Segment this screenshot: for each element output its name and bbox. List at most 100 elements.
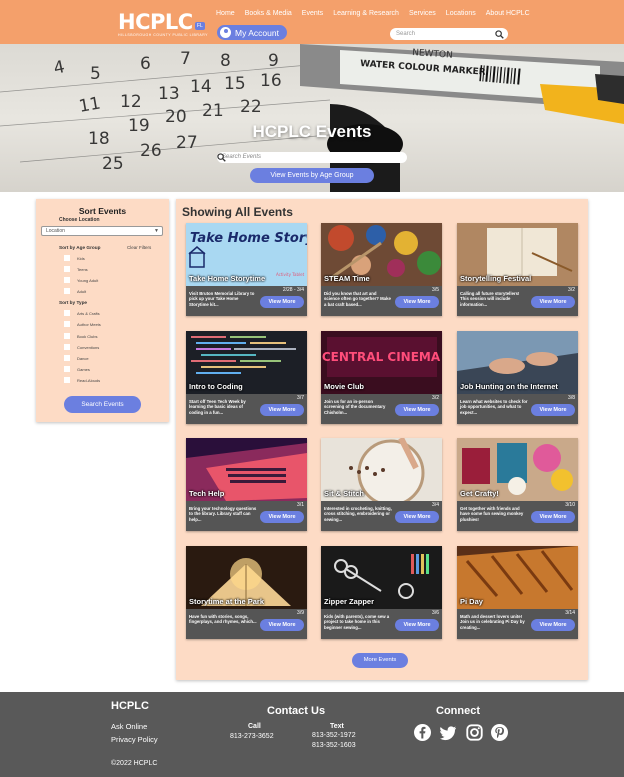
svg-text:15: 15: [224, 74, 246, 94]
pinterest-icon[interactable]: [491, 724, 508, 741]
checkbox-teens[interactable]: [64, 266, 70, 272]
checkbox-label-arts-crafts: Arts & Crafts: [77, 311, 100, 316]
event-card[interactable]: Tech Help 3/1 Bring your technology ques…: [186, 438, 307, 531]
event-card[interactable]: Storytelling Festival 3/2 Calling all fu…: [457, 223, 578, 316]
event-card[interactable]: Take Home Storytime Activity Tablet Take…: [186, 223, 307, 316]
event-date: 3/5: [432, 287, 439, 293]
footer-brand: HCPLC: [111, 700, 149, 712]
nav-link-services[interactable]: Services: [409, 10, 436, 17]
ask-online-link[interactable]: Ask Online: [111, 722, 147, 731]
text-number-2[interactable]: 813-352-1603: [312, 742, 356, 749]
svg-text:11: 11: [77, 93, 102, 116]
nav-link-home[interactable]: Home: [216, 10, 235, 17]
svg-text:25: 25: [102, 154, 124, 174]
svg-text:14: 14: [190, 77, 212, 97]
event-card[interactable]: Get Crafty! 3/10 Get together with frien…: [457, 438, 578, 531]
event-title: Job Hunting on the Internet: [460, 382, 558, 391]
location-select[interactable]: Location ▼: [41, 226, 163, 236]
svg-text:4: 4: [52, 57, 67, 79]
event-card[interactable]: CENTRAL CINEMA Movie Club 3/2 Join us fo…: [321, 331, 442, 424]
svg-text:12: 12: [120, 92, 142, 112]
checkbox-label-read-alouds: Read-Alouds: [77, 378, 101, 383]
checkbox-games[interactable]: [64, 366, 70, 372]
view-more-button[interactable]: View More: [395, 511, 439, 523]
more-events-button[interactable]: More Events: [352, 653, 408, 668]
view-more-button[interactable]: View More: [531, 511, 575, 523]
checkbox-adult[interactable]: [64, 288, 70, 294]
user-icon: [220, 27, 231, 38]
checkbox-label-dance: Dance: [77, 356, 89, 361]
event-title: Zipper Zapper: [324, 597, 375, 606]
sort-events-title: Sort Events: [78, 206, 127, 216]
event-title: Intro to Coding: [189, 382, 243, 391]
nav-link-books-media[interactable]: Books & Media: [245, 10, 292, 17]
call-number[interactable]: 813-273-3652: [230, 733, 274, 740]
event-card[interactable]: Job Hunting on the Internet 3/8 Learn wh…: [457, 331, 578, 424]
search-icon[interactable]: [217, 153, 226, 162]
checkbox-label-book-clubs: Book Clubs: [77, 334, 98, 339]
event-description: Start off Teen Tech Week by learning the…: [189, 399, 246, 415]
nav-link-events[interactable]: Events: [302, 10, 323, 17]
nav-link-learning[interactable]: Learning & Research: [333, 10, 399, 17]
view-more-button[interactable]: View More: [531, 296, 575, 308]
text-number-1[interactable]: 813-352-1972: [312, 732, 356, 739]
event-card[interactable]: Pi Day 3/14 Math and dessert lovers unit…: [457, 546, 578, 639]
search-events-button[interactable]: Search Events: [64, 396, 141, 413]
facebook-icon[interactable]: [414, 724, 431, 741]
event-card[interactable]: Sit & Stitch 3/4 Interested in crochetin…: [321, 438, 442, 531]
view-more-button[interactable]: View More: [260, 296, 304, 308]
event-date: 3/1: [297, 502, 304, 508]
hero-title: HCPLC Events: [252, 122, 372, 141]
event-title: Tech Help: [189, 489, 225, 498]
event-date: 2/28 - 3/4: [282, 287, 304, 293]
event-image-subtext: Activity Tablet: [276, 272, 305, 277]
view-more-button[interactable]: View More: [395, 296, 439, 308]
nav-link-about[interactable]: About HCPLC: [486, 10, 530, 17]
view-more-button[interactable]: View More: [395, 404, 439, 416]
checkbox-read-alouds[interactable]: [64, 377, 70, 383]
nav-link-locations[interactable]: Locations: [446, 10, 476, 17]
checkbox-young-adult[interactable]: [64, 277, 70, 283]
twitter-icon[interactable]: [440, 724, 457, 741]
text-label: Text: [330, 723, 344, 730]
event-date: 3/10: [565, 502, 575, 508]
event-card[interactable]: STEAM Time 3/5 Did you know that art and…: [321, 223, 442, 316]
view-more-button[interactable]: View More: [531, 619, 575, 631]
logo-badge: FL: [195, 22, 205, 30]
site-search-input[interactable]: Search: [390, 28, 508, 40]
privacy-policy-link[interactable]: Privacy Policy: [111, 735, 158, 744]
checkbox-label-adult: Adult: [77, 289, 87, 294]
call-label: Call: [248, 723, 261, 730]
view-more-button[interactable]: View More: [395, 619, 439, 631]
hcplc-logo[interactable]: HCPLC: [118, 10, 193, 34]
event-title: Pi Day: [460, 597, 483, 606]
checkbox-arts-crafts[interactable]: [64, 310, 70, 316]
search-icon[interactable]: [495, 29, 504, 39]
view-more-button[interactable]: View More: [260, 404, 304, 416]
copyright: ©2022 HCPLC: [111, 760, 158, 767]
view-more-button[interactable]: View More: [260, 619, 304, 631]
view-more-button[interactable]: View More: [260, 511, 304, 523]
view-by-age-button[interactable]: View Events by Age Group: [250, 168, 374, 183]
checkbox-conventions[interactable]: [64, 344, 70, 350]
event-description: Learn what websites to check for job opp…: [460, 399, 528, 415]
checkbox-dance[interactable]: [64, 355, 70, 361]
checkbox-kids[interactable]: [64, 255, 70, 261]
checkbox-author-meets[interactable]: [64, 321, 70, 327]
event-description: Kids (with parents), come sew a project …: [324, 614, 390, 630]
event-card[interactable]: Zipper Zapper 3/6 Kids (with parents), c…: [321, 546, 442, 639]
event-date: 3/8: [568, 395, 575, 401]
event-card[interactable]: Intro to Coding 3/7 Start off Teen Tech …: [186, 331, 307, 424]
event-date: 3/2: [568, 287, 575, 293]
checkbox-label-conventions: Conventions: [77, 345, 100, 350]
instagram-icon[interactable]: [466, 724, 483, 741]
event-search-input[interactable]: Search Events: [217, 152, 407, 163]
event-card[interactable]: Storytime at the Park 3/9 Have fun with …: [186, 546, 307, 639]
type-heading: Sort by Type: [59, 300, 88, 305]
my-account-button[interactable]: My Account: [217, 25, 287, 40]
checkbox-book-clubs[interactable]: [64, 333, 70, 339]
clear-filters-link[interactable]: Clear Filters: [127, 245, 151, 250]
view-more-button[interactable]: View More: [531, 404, 575, 416]
checkbox-label-teens: Teens: [77, 267, 88, 272]
contact-heading: Contact Us: [267, 705, 326, 717]
